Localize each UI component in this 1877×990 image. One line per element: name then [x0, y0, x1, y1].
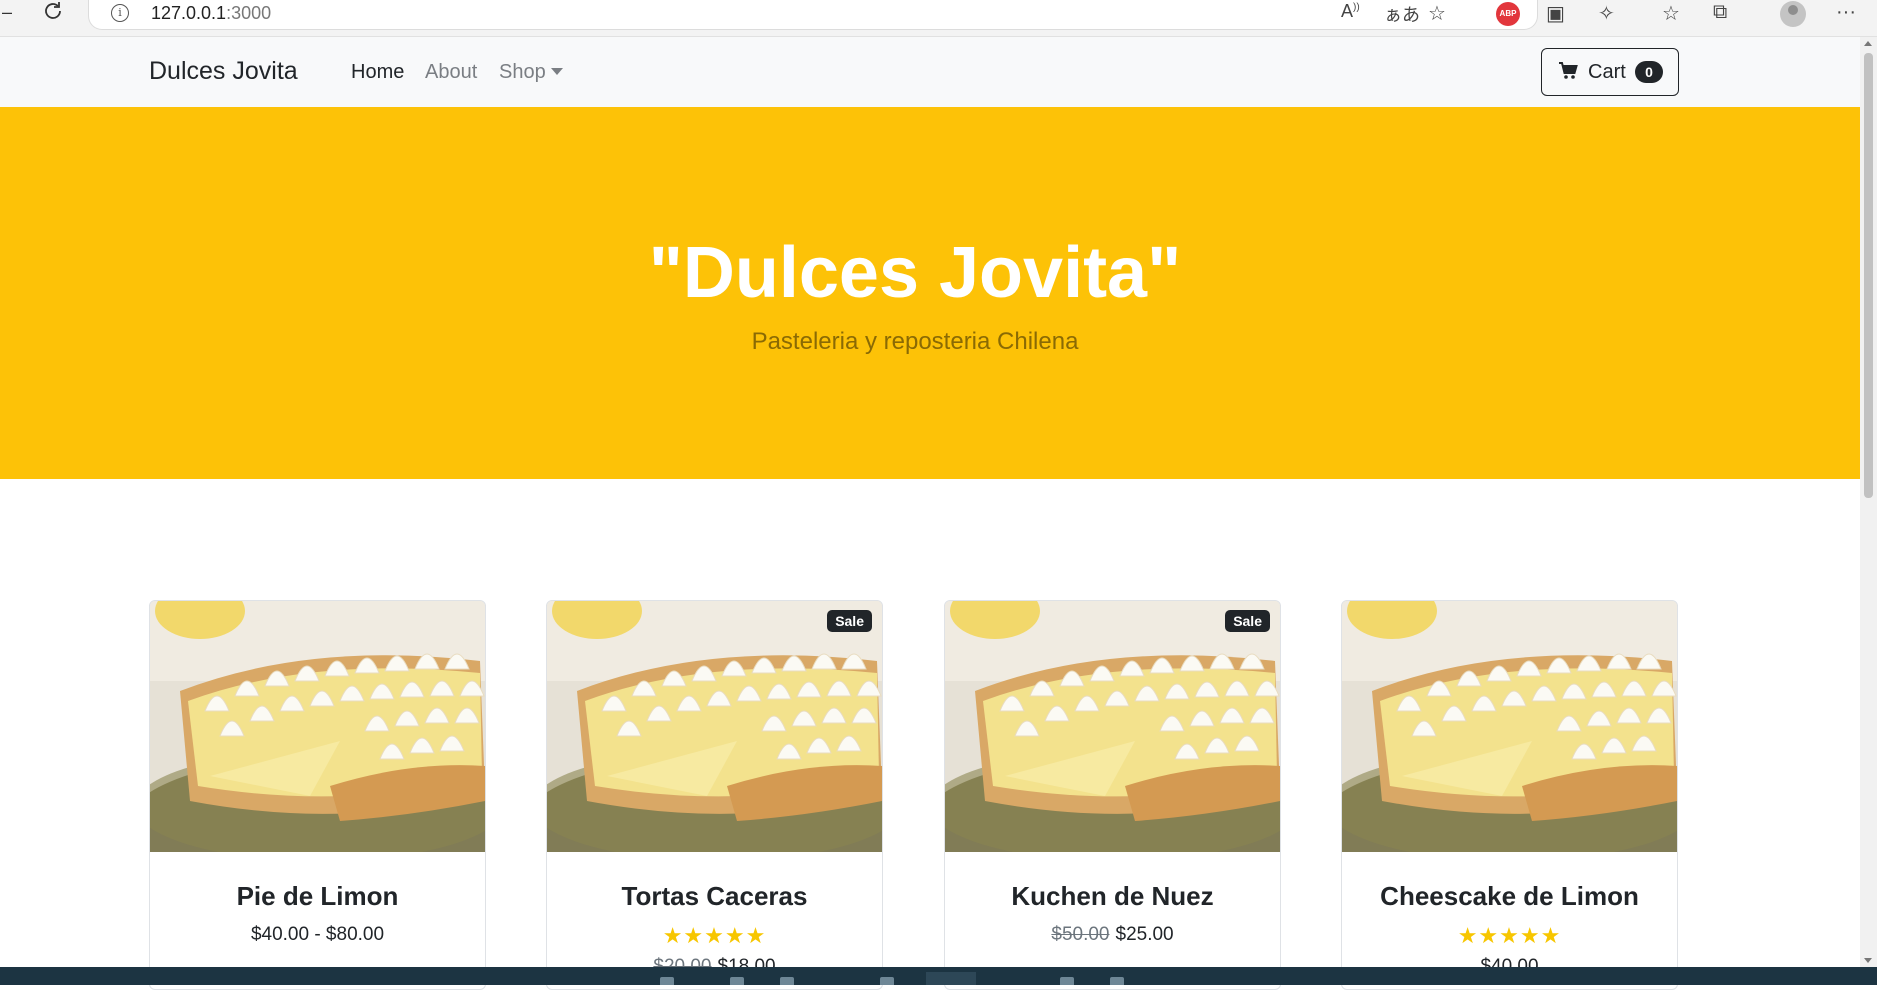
taskbar-app-icon[interactable]	[660, 977, 674, 985]
product-title: Pie de Limon	[236, 881, 399, 911]
product-title: Cheescake de Limon	[1380, 881, 1639, 911]
scroll-down-icon[interactable]	[1864, 958, 1872, 963]
hero-subtitle: Pasteleria y reposteria Chilena	[751, 328, 1079, 355]
product-card[interactable]: Cheescake de Limon ★★★★★ $40.00	[1341, 600, 1678, 990]
product-card[interactable]: Sale Kuchen de Nuez $50.00 $25.00	[944, 600, 1281, 990]
rating-stars: ★★★★★	[662, 923, 767, 948]
scroll-thumb[interactable]	[1864, 53, 1873, 498]
profile-avatar[interactable]	[1780, 1, 1806, 27]
shopping-cart-icon	[1558, 62, 1578, 83]
url-text[interactable]: 127.0.0.1:3000	[151, 3, 271, 24]
sale-price: $25.00	[1115, 924, 1174, 945]
taskbar-active-app[interactable]	[926, 972, 976, 985]
translate-icon[interactable]: ぁあ	[1384, 1, 1420, 27]
taskbar-app-icon[interactable]	[880, 977, 894, 985]
minimize-icon[interactable]: –	[2, 2, 12, 23]
rating-stars: ★★★★★	[1457, 923, 1562, 948]
product-price: $40.00 - $80.00	[250, 924, 385, 945]
extensions-puzzle-icon[interactable]: ✧	[1598, 1, 1615, 26]
product-image[interactable]	[1342, 601, 1677, 852]
nav-home-link[interactable]: Home	[351, 61, 404, 84]
site-navbar: Dulces Jovita Home About Shop Cart 0	[0, 37, 1860, 107]
taskbar-app-icon[interactable]	[1110, 977, 1124, 985]
os-taskbar	[0, 967, 1877, 985]
chevron-down-icon	[550, 68, 563, 75]
product-card[interactable]: Sale Tortas Caceras ★★★★★ $20.00$18.00	[546, 600, 883, 990]
nav-about-link[interactable]: About	[425, 61, 477, 84]
product-image[interactable]	[945, 601, 1280, 852]
extension-icon[interactable]: ▣	[1546, 1, 1565, 26]
favorites-icon[interactable]: ☆	[1662, 1, 1680, 26]
product-image[interactable]	[547, 601, 882, 852]
product-card[interactable]: Pie de Limon $40.00 - $80.00	[149, 600, 486, 990]
scroll-up-icon[interactable]	[1864, 41, 1872, 46]
page-scrollbar[interactable]	[1860, 37, 1877, 967]
site-info-icon[interactable]: i	[111, 4, 129, 22]
hero-banner: "Dulces Jovita" Pasteleria y reposteria …	[0, 107, 1860, 479]
old-price: $50.00	[1051, 924, 1110, 945]
sale-badge: Sale	[827, 610, 872, 632]
product-price: $50.00 $25.00	[945, 924, 1280, 946]
nav-shop-dropdown[interactable]: Shop	[499, 61, 563, 84]
add-favorite-icon[interactable]: ☆	[1428, 1, 1446, 26]
more-menu-icon[interactable]: ···	[1836, 1, 1856, 24]
cart-count-badge: 0	[1635, 61, 1663, 83]
cart-label: Cart	[1588, 61, 1626, 83]
collections-icon[interactable]: ⧉	[1713, 1, 1727, 24]
taskbar-app-icon[interactable]	[730, 977, 744, 985]
product-title: Kuchen de Nuez	[1011, 881, 1214, 911]
read-aloud-icon[interactable]: A))	[1341, 1, 1360, 22]
brand-logo-link[interactable]: Dulces Jovita	[149, 57, 298, 86]
cart-button[interactable]: Cart 0	[1541, 48, 1679, 96]
adblock-plus-icon[interactable]: ABP	[1496, 2, 1520, 26]
address-bar[interactable]: i 127.0.0.1:3000	[88, 0, 1538, 30]
taskbar-app-icon[interactable]	[780, 977, 794, 985]
refresh-icon[interactable]	[42, 0, 64, 27]
product-image[interactable]	[150, 601, 485, 852]
hero-title: "Dulces Jovita"	[648, 233, 1182, 313]
sale-badge: Sale	[1225, 610, 1270, 632]
product-title: Tortas Caceras	[621, 881, 808, 911]
taskbar-app-icon[interactable]	[1060, 977, 1074, 985]
browser-toolbar: – i 127.0.0.1:3000 A)) ぁあ ☆ ABP ▣ ✧ ☆ ⧉ …	[0, 0, 1877, 37]
